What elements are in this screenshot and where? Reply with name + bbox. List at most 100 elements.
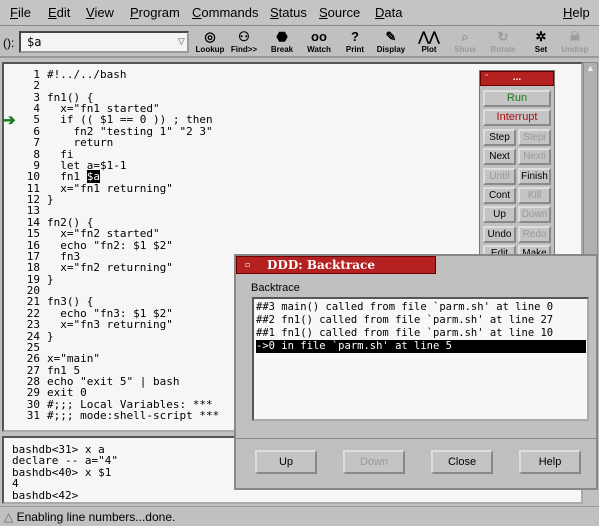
backtrace-frame[interactable]: ##3 main() called from file `parm.sh' at… [256, 301, 586, 314]
status-bar: △ Enabling line numbers...done. [0, 506, 599, 526]
backtrace-frame[interactable]: ##1 fn1() called from file `parm.sh' at … [256, 327, 586, 340]
question-icon: ? [351, 29, 359, 44]
toolbar-break-button[interactable]: ⬣ Break [265, 29, 299, 57]
toolbar-print-button[interactable]: ? Print [338, 29, 372, 57]
binoculars-icon: ⚇ [238, 29, 250, 44]
source-line: 2 [4, 80, 47, 92]
warning-icon: △ [4, 510, 17, 524]
line-code: } [47, 272, 54, 286]
source-line: 10 fn1 $a [4, 170, 100, 184]
nexti-button[interactable]: Nexti [518, 148, 551, 166]
toolbar-display-button[interactable]: ✎ Display [374, 29, 408, 57]
backtrace-help-button[interactable]: Help [519, 450, 581, 474]
finish-button[interactable]: Finish [518, 167, 551, 185]
window-menu-icon[interactable]: ▫ [245, 259, 250, 269]
toolbar-label: Plot [421, 45, 437, 54]
backtrace-close-button[interactable]: Close [431, 450, 493, 474]
run-button[interactable]: Run [483, 90, 551, 107]
source-line: 25 [4, 341, 47, 353]
menu-commands[interactable]: Commands [192, 5, 258, 20]
dropdown-icon[interactable]: ▽ [178, 34, 185, 48]
toolbar-label: Break [270, 45, 294, 54]
command-tool-title: ... [512, 72, 522, 83]
execution-arrow-icon: ➔ [3, 112, 16, 129]
menu-source[interactable]: Source [319, 5, 360, 20]
scroll-up-icon[interactable]: ▲ [584, 63, 597, 73]
until-button[interactable]: Until [483, 167, 516, 185]
backtrace-title: DDD: Backtrace [267, 258, 375, 272]
toolbar-plot-button[interactable]: ⋀⋀ Plot [412, 29, 446, 57]
toolbar-label: Watch [307, 45, 331, 54]
argument-input[interactable]: $a ▽ [19, 31, 189, 53]
argument-value: $a [27, 35, 42, 49]
menu-file[interactable]: File [10, 5, 31, 20]
kill-button[interactable]: Kill [518, 186, 551, 204]
backtrace-list[interactable]: ##3 main() called from file `parm.sh' at… [252, 297, 589, 421]
toolbar-label: Find>> [230, 45, 258, 54]
toolbar-label: Print [345, 45, 365, 54]
source-line: 20 [4, 285, 47, 297]
line-code: x="fn3 returning" [47, 318, 173, 332]
backtrace-dialog: ▫ DDD: Backtrace Backtrace ##3 main() cal… [234, 254, 598, 490]
line-code: x="fn1 returning" [47, 181, 173, 195]
status-text: Enabling line numbers...done. [16, 510, 176, 524]
command-tool-titlebar[interactable]: ▫... [480, 71, 554, 86]
backtrace-up-button[interactable]: Up [255, 450, 317, 474]
toolbar-label: Rotate [490, 45, 516, 54]
backtrace-down-button[interactable]: Down [343, 450, 405, 474]
source-line: 13 [4, 205, 47, 217]
up-button[interactable]: Up [483, 206, 516, 224]
eyes-icon: oo [311, 29, 327, 44]
skull-icon: ☠ [569, 29, 581, 44]
line-code: x="fn2 returning" [47, 261, 173, 275]
toolbar-set-button[interactable]: ✲ Set [524, 29, 558, 57]
toolbar-label: Show [454, 45, 476, 54]
command-tool: ▫... Run Interrupt Step Stepi Next Nexti Unt… [479, 70, 555, 266]
console-line: bashdb<40> x $1 [12, 465, 112, 479]
step-button[interactable]: Step [483, 129, 516, 146]
arg-label: (): [3, 36, 15, 50]
toolbar-undisp-button[interactable]: ☠ Undisp [558, 29, 592, 57]
line-code: #!../../bash [47, 68, 127, 81]
source-line: 23 x="fn3 returning" [4, 318, 173, 332]
toolbar-lookup-button[interactable]: ◎ Lookup [193, 29, 227, 57]
toolbar-find-button[interactable]: ⚇ Find>> [227, 29, 261, 57]
next-button[interactable]: Next [483, 148, 516, 166]
menu-edit[interactable]: Edit [48, 5, 70, 20]
menu-help[interactable]: Help [563, 5, 590, 20]
undo-button[interactable]: Undo [483, 225, 516, 243]
menu-bar: File Edit View Program Commands Status Source D… [0, 0, 599, 26]
source-line: 7 return [4, 137, 113, 149]
stepi-button[interactable]: Stepi [518, 129, 551, 146]
window-menu-icon[interactable]: ▫ [485, 72, 487, 79]
line-code: } [47, 329, 54, 343]
toolbar-show-button[interactable]: ⌕ Show [448, 29, 482, 57]
source-line: 31 #;;; mode:shell-script *** [4, 409, 220, 423]
line-number: 15 [26, 227, 40, 241]
menu-status[interactable]: Status [270, 5, 307, 20]
line-number: 31 [26, 409, 40, 423]
cont-button[interactable]: Cont [483, 186, 516, 204]
menu-view[interactable]: View [86, 5, 114, 20]
toolbar-label: Undisp [561, 45, 589, 54]
line-number: 26 [26, 352, 40, 366]
backtrace-frame[interactable]: ##2 fn1() called from file `parm.sh' at … [256, 314, 586, 327]
backtrace-label: Backtrace [251, 282, 300, 294]
down-button[interactable]: Down [518, 206, 551, 224]
divider [236, 438, 596, 439]
line-code: } [47, 193, 54, 207]
backtrace-frame[interactable]: ->0 in file `parm.sh' at line 5 [256, 340, 586, 353]
toolbar-watch-button[interactable]: oo Watch [302, 29, 336, 57]
redo-button[interactable]: Redo [518, 225, 551, 243]
menu-data[interactable]: Data [375, 5, 402, 20]
backtrace-titlebar[interactable]: ▫ DDD: Backtrace [236, 256, 436, 274]
plot-icon: ⋀⋀ [418, 29, 440, 44]
interrupt-button[interactable]: Interrupt [483, 109, 551, 126]
line-number: 23 [26, 318, 40, 332]
rotate-icon: ↻ [497, 29, 509, 44]
toolbar-rotate-button[interactable]: ↻ Rotate [486, 29, 520, 57]
source-line: 1 #!../../bash [4, 68, 127, 81]
source-line: 18 x="fn2 returning" [4, 261, 173, 275]
menu-program[interactable]: Program [130, 5, 180, 20]
line-code: #;;; mode:shell-script *** [47, 409, 220, 423]
